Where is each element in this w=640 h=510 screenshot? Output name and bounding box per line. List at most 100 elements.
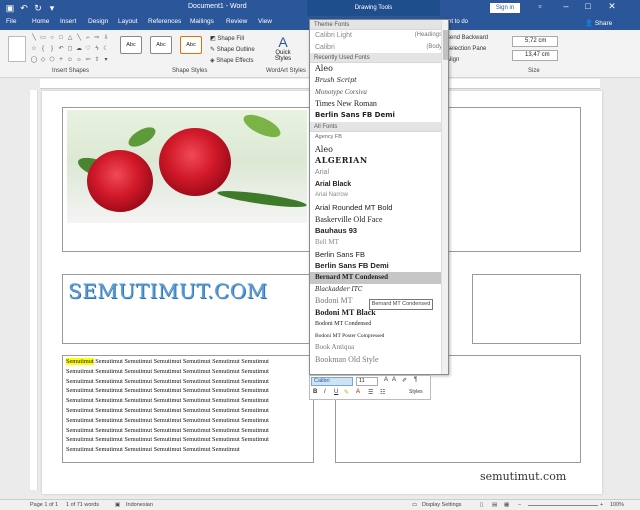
middle-right-table-cell[interactable] [472,274,581,344]
more-shapes-icon[interactable]: ▾ [102,56,110,66]
shape-arrow-icon[interactable]: ⇩ [102,34,110,44]
shape-line-icon[interactable]: ⌐ [84,34,92,44]
zoom-level[interactable]: 100% [610,502,624,508]
shape-sun-icon[interactable]: ☼ [75,56,83,66]
print-layout-icon[interactable]: ▤ [492,502,497,508]
quick-styles-button[interactable]: A Quick Styles [272,34,294,62]
shapes-gallery[interactable]: ╲ ▭ ○ □ △ ╲ ⌐ ⇨ ⇩ ☆{} ↶ ◻ ☁ ♡ ϟ ☾ ◯ ◇ ⬡ + ☺ ☼ ⇦ ⇧ ▾ [30,34,110,66]
shape-cloud-icon[interactable]: ☁ [75,45,83,55]
shape-hex-icon[interactable]: ⬡ [48,56,56,66]
tab-layout[interactable]: Layout [118,18,138,25]
shape-brace-icon[interactable]: { [39,45,47,55]
shape-width-field[interactable]: 13,47 cm [512,50,558,61]
selection-pane-button[interactable]: Selection Pane [446,46,486,52]
font-option[interactable]: Berlin Sans FB Demi [310,110,448,122]
grow-font-icon[interactable]: A [384,377,388,383]
font-option[interactable]: Arial Narrow [310,190,448,202]
font-option[interactable]: Times New Roman [310,98,448,110]
sign-in-button[interactable]: Sign in [490,3,520,13]
semutimut-heading[interactable]: SEMUTIMUT.COM [68,279,268,303]
scrollbar-thumb[interactable] [443,30,448,60]
shape-bolt-icon[interactable]: ϟ [93,45,101,55]
highlight-icon[interactable]: ✎ [344,389,349,396]
tell-me-box[interactable]: nt to do [448,19,468,25]
font-option[interactable]: Arial Black [310,179,448,191]
underline-button[interactable]: U [334,389,338,395]
font-color-icon[interactable]: A [356,389,360,395]
shape-triangle-icon[interactable]: △ [66,34,74,44]
font-option[interactable]: Brush Script [310,75,448,87]
font-option[interactable]: ALGERIAN [310,155,448,167]
close-icon[interactable]: ✕ [602,1,622,12]
shape-brace-icon[interactable]: } [48,45,56,55]
language[interactable]: Indonesian [126,502,153,508]
tab-review[interactable]: Review [226,18,247,25]
shape-outline-button[interactable]: ✎ Shape Outline [210,46,255,53]
font-option[interactable]: Berlin Sans FB [310,249,448,261]
tab-references[interactable]: References [148,18,181,25]
send-backward-button[interactable]: Send Backward [446,35,488,41]
font-option[interactable]: Book Antiqua [310,342,448,354]
mini-font-input[interactable]: Calibri [311,377,353,386]
shape-style-2[interactable]: Abc [150,36,172,54]
font-option[interactable]: Blackadder ITC [310,284,448,296]
shape-circle-icon[interactable]: ◯ [30,56,38,66]
font-option[interactable]: Bell MT [310,237,448,249]
selected-word[interactable]: Semutimut [66,358,94,365]
redo-icon[interactable]: ↻ [32,2,44,14]
shape-smile-icon[interactable]: ☺ [66,56,74,66]
font-option[interactable]: Baskerville Old Face [310,214,448,226]
vertical-ruler[interactable] [30,90,38,490]
bullets-icon[interactable]: ☰ [368,389,373,396]
proofing-icon[interactable]: ▣ [115,502,120,508]
font-option[interactable]: Berlin Sans FB Demi [310,260,448,272]
shape-arrow-icon[interactable]: ⇧ [93,56,101,66]
shape-effects-button[interactable]: ◈ Shape Effects [210,57,254,64]
share-button[interactable]: 👤 Share [585,19,612,27]
shape-fill-button[interactable]: ◩ Shape Fill [210,35,244,42]
numbering-icon[interactable]: ☷ [380,389,385,396]
text-box-shape-icon[interactable] [8,36,26,62]
shape-height-field[interactable]: 5,72 cm [512,36,558,47]
shape-plus-icon[interactable]: + [57,56,65,66]
shape-style-1[interactable]: Abc [120,36,142,54]
maximize-icon[interactable]: □ [578,1,598,11]
zoom-out-icon[interactable]: – [518,502,521,508]
shape-rect-icon[interactable]: □ [57,34,65,44]
font-option[interactable]: Bodoni MT Poster Compressed [310,331,448,343]
tab-file[interactable]: File [6,18,16,25]
undo-icon[interactable]: ↶ [18,2,30,14]
image-table-cell[interactable] [62,107,314,252]
styles-icon[interactable]: ¶ [414,377,417,383]
font-option[interactable]: Bodoni MT Condensed [310,319,448,331]
save-icon[interactable]: ▣ [4,2,16,14]
font-option[interactable]: Aleo [310,144,448,156]
tab-view[interactable]: View [258,18,272,25]
shape-line-icon[interactable]: ╲ [30,34,38,44]
tab-mailings[interactable]: Mailings [190,18,214,25]
italic-button[interactable]: I [324,389,326,395]
shape-star-icon[interactable]: ☆ [30,45,38,55]
read-mode-icon[interactable]: ▯ [480,502,483,508]
font-option[interactable]: Arial [310,167,448,179]
page-count[interactable]: Page 1 of 1 [30,502,58,508]
shape-heart-icon[interactable]: ♡ [84,45,92,55]
shape-callout-icon[interactable]: ◻ [66,45,74,55]
display-settings[interactable]: Display Settings [422,502,461,508]
font-option[interactable]: Monotype Corsiva [310,87,448,99]
minimize-icon[interactable]: – [556,1,576,11]
format-painter-icon[interactable]: ✐ [402,377,407,384]
shape-oval-icon[interactable]: ○ [48,34,56,44]
font-option[interactable]: Bookman Old Style [310,354,448,366]
shape-arrow-icon[interactable]: ↶ [57,45,65,55]
body-paragraph[interactable]: Semutimut Semutimut Semutimut Semutimut … [66,357,314,455]
dropdown-scrollbar[interactable] [441,20,448,374]
shape-arrow-icon[interactable]: ⇨ [93,34,101,44]
font-option[interactable]: Bauhaus 93 [310,225,448,237]
customize-qat-icon[interactable]: ▾ [46,2,58,14]
styles-button[interactable]: Styles [409,389,423,395]
web-layout-icon[interactable]: ▦ [504,502,509,508]
shape-rect-icon[interactable]: ▭ [39,34,47,44]
mini-size-input[interactable]: 11 [356,377,378,386]
font-option[interactable]: Aleo [310,63,448,75]
